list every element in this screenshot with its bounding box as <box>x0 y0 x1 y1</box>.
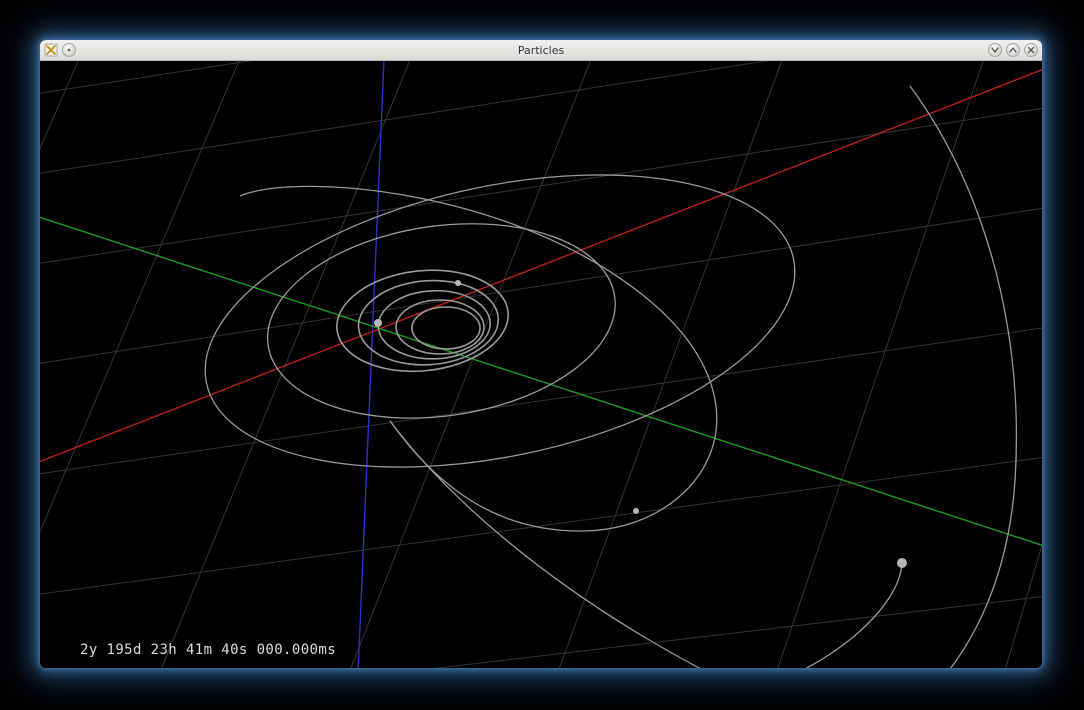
maximize-button[interactable] <box>1006 43 1020 57</box>
close-button[interactable] <box>1024 43 1038 57</box>
axes <box>40 61 1042 668</box>
titlebar-right-controls <box>988 40 1042 60</box>
orbit-trails <box>178 86 1016 668</box>
grid <box>40 61 1042 668</box>
desktop: Particles <box>0 0 1084 710</box>
simulation-viewport[interactable]: 2y 195d 23h 41m 40s 000.000ms <box>40 61 1042 668</box>
particle <box>374 319 382 327</box>
scene-svg <box>40 61 1042 668</box>
axis-x <box>40 61 1042 481</box>
axis-y <box>40 201 1042 561</box>
titlebar-left-controls <box>40 40 76 60</box>
app-window: Particles <box>40 40 1042 668</box>
window-title: Particles <box>40 44 1042 57</box>
minimize-button[interactable] <box>988 43 1002 57</box>
app-x-icon <box>44 43 58 57</box>
sticky-button[interactable] <box>62 43 76 57</box>
titlebar[interactable]: Particles <box>40 40 1042 61</box>
particle <box>455 280 461 286</box>
particle <box>633 508 639 514</box>
particles <box>374 280 907 568</box>
particle <box>897 558 907 568</box>
simulation-time: 2y 195d 23h 41m 40s 000.000ms <box>80 642 336 658</box>
